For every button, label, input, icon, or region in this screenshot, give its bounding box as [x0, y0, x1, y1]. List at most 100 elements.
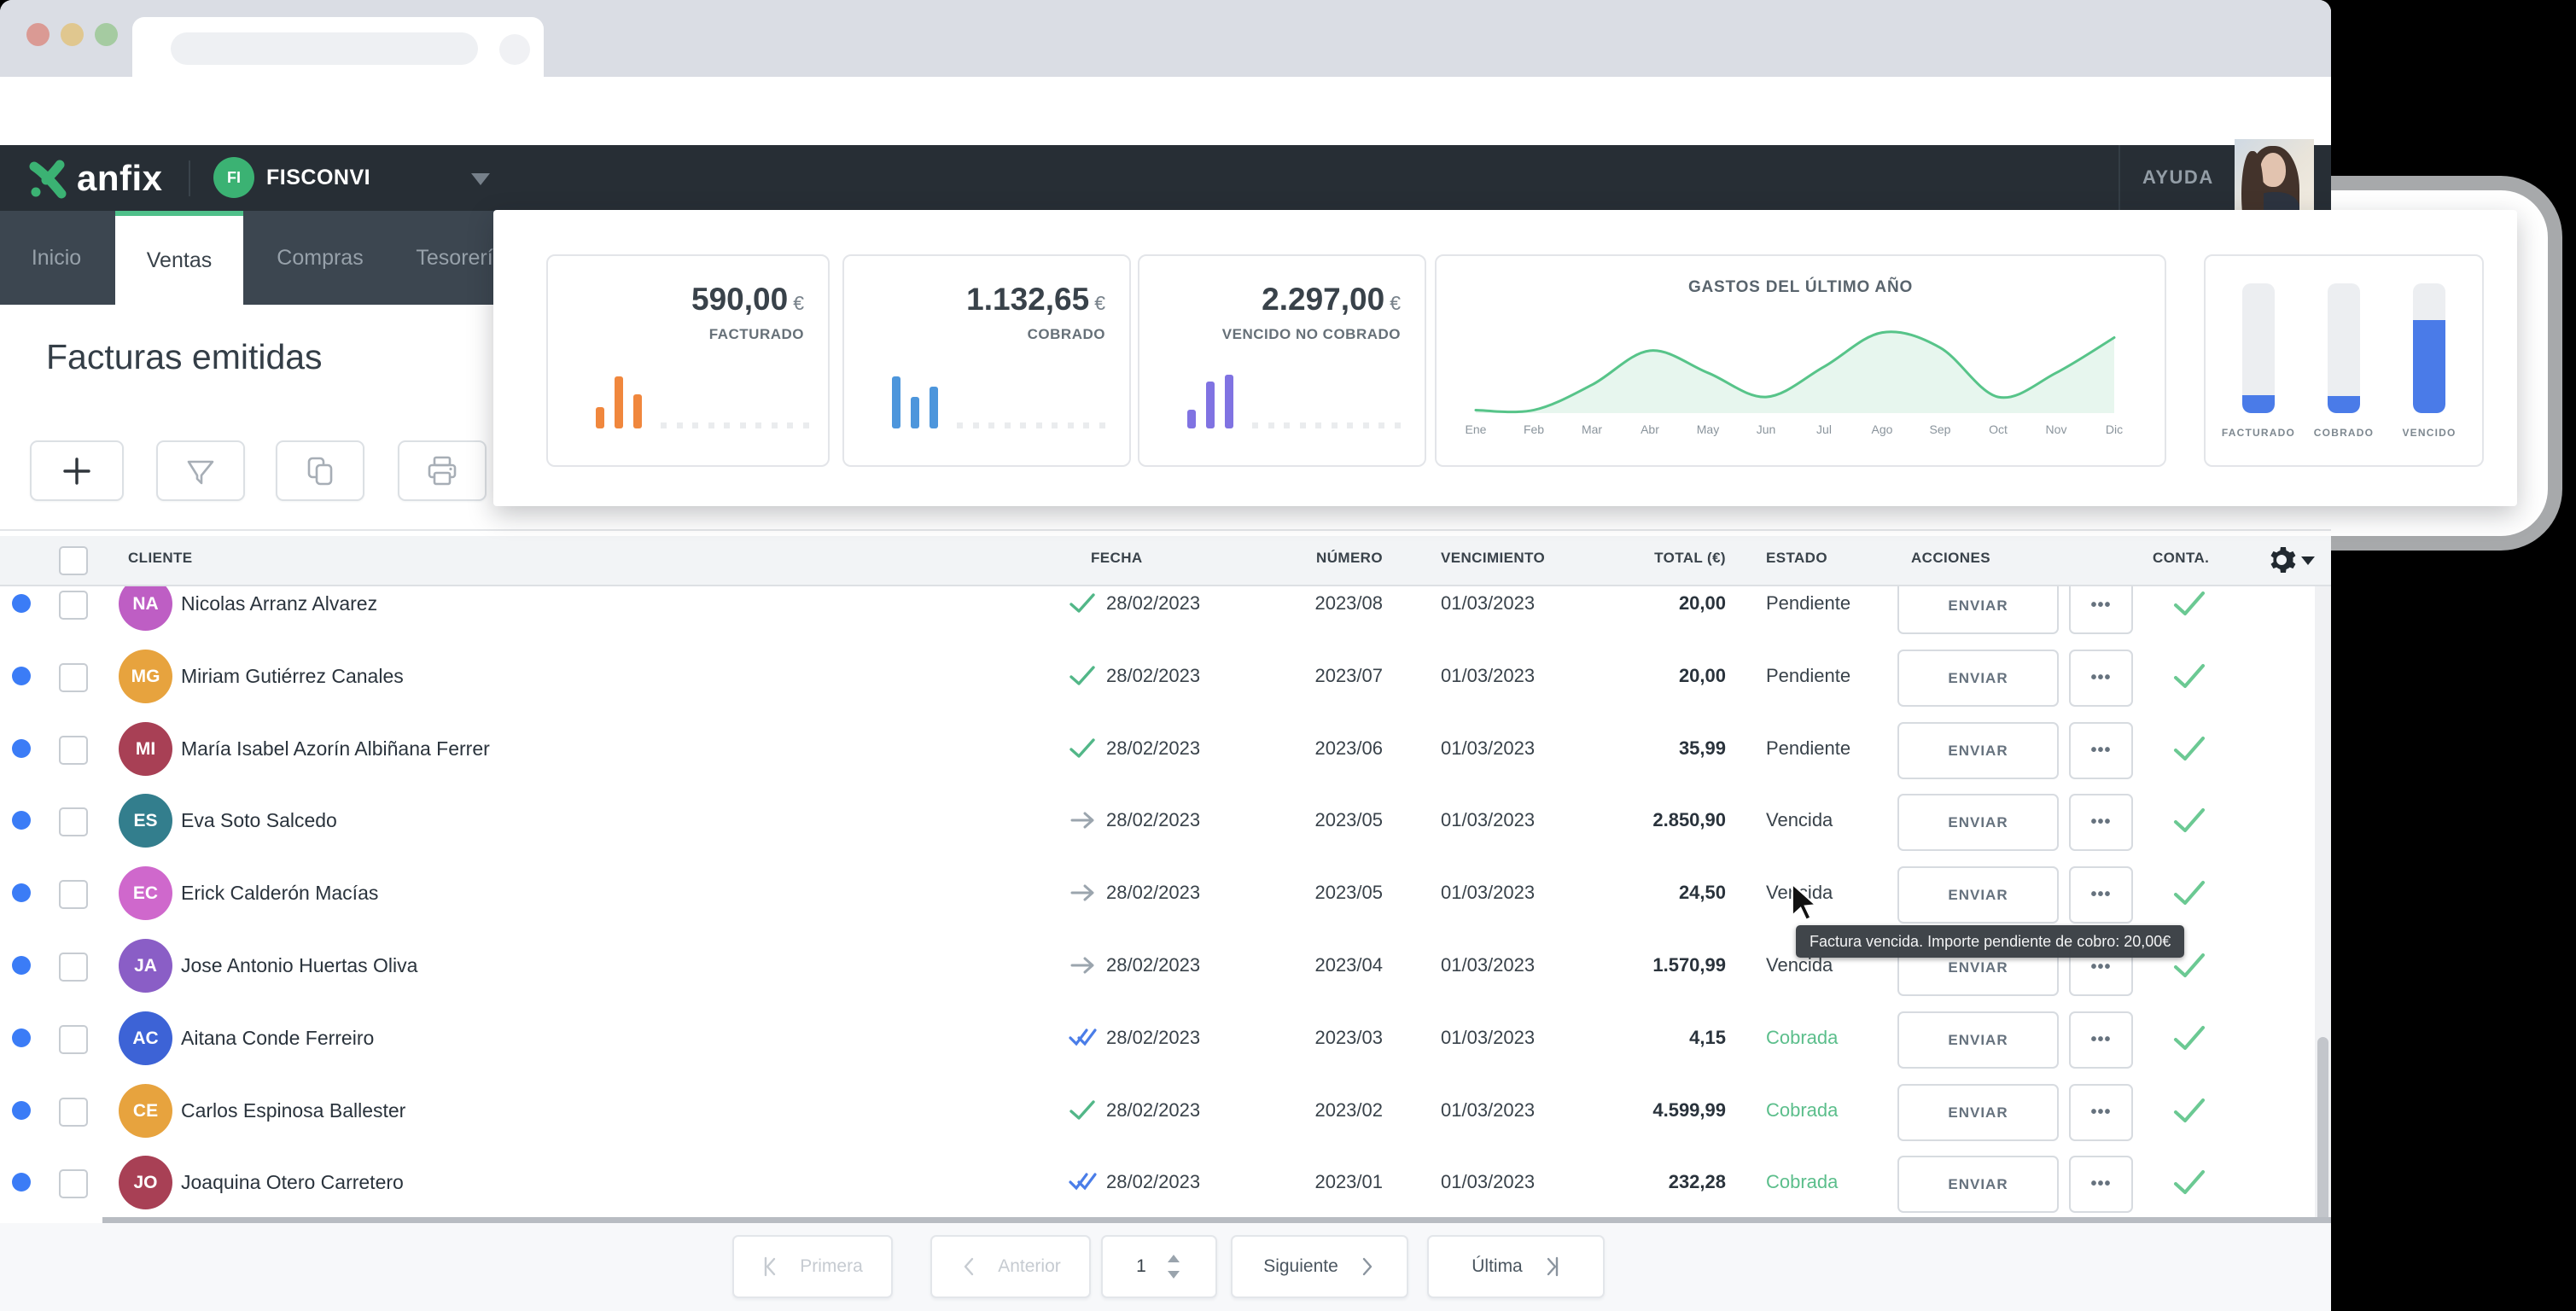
more-actions-button[interactable]: ••• [2069, 722, 2133, 779]
mini-bar [1187, 410, 1196, 428]
tab-close-icon[interactable] [499, 34, 530, 65]
send-button[interactable]: ENVIAR [1897, 722, 2059, 779]
column-header-2[interactable]: FECHA [1091, 550, 1143, 567]
row-checkbox[interactable] [59, 1098, 88, 1127]
avatar: CE [119, 1084, 172, 1138]
table-row[interactable]: ESEva Soto Salcedo28/02/20232023/0501/03… [0, 784, 2331, 858]
chevron-down-icon[interactable] [471, 173, 490, 185]
send-button[interactable]: ENVIAR [1897, 1084, 2059, 1141]
month-tick: Ene [1447, 422, 1505, 436]
column-header-6[interactable]: ESTADO [1766, 550, 1827, 567]
send-button[interactable]: ENVIAR [1897, 866, 2059, 924]
column-header-7[interactable]: ACCIONES [1911, 550, 1990, 567]
help-link[interactable]: AYUDA [2142, 166, 2214, 189]
invoices-table: NANicolas Arranz Alvarez28/02/20232023/0… [0, 531, 2331, 1217]
month-tick: Abr [1621, 422, 1679, 436]
browser-toolbar [0, 77, 2331, 145]
send-button[interactable]: ENVIAR [1897, 650, 2059, 707]
avatar: MG [119, 650, 172, 703]
maximize-window-button[interactable] [95, 23, 118, 46]
minimize-window-button[interactable] [61, 23, 84, 46]
row-checkbox[interactable] [59, 591, 88, 620]
brand-name: anfix [77, 158, 163, 199]
row-checkbox[interactable] [59, 953, 88, 982]
copy-button[interactable] [276, 440, 364, 501]
filter-button[interactable] [156, 440, 245, 501]
table-row[interactable]: MIMaría Isabel Azorín Albiñana Ferrer28/… [0, 713, 2331, 786]
anfix-logo[interactable]: anfix [26, 157, 163, 200]
currency-symbol: € [1094, 292, 1105, 314]
avatar-face [2260, 153, 2286, 187]
status-label: Cobrada [1766, 1099, 1838, 1122]
table-row[interactable]: MGMiriam Gutiérrez Canales28/02/20232023… [0, 640, 2331, 714]
next-label: Siguiente [1263, 1256, 1338, 1277]
row-checkbox[interactable] [59, 736, 88, 765]
more-actions-button[interactable]: ••• [2069, 1156, 2133, 1213]
baseline-dot [1300, 422, 1306, 428]
send-button[interactable]: ENVIAR [1897, 1011, 2059, 1069]
print-button[interactable] [398, 440, 487, 501]
chevron-down-icon[interactable] [2301, 556, 2315, 565]
baseline-dot [1099, 422, 1105, 428]
pagination-first-button[interactable]: Primera [732, 1235, 893, 1298]
pagination-last-button[interactable]: Última [1427, 1235, 1605, 1298]
row-checkbox[interactable] [59, 1169, 88, 1198]
pagination-next-button[interactable]: Siguiente [1231, 1235, 1408, 1298]
tab-ventas[interactable]: Ventas [115, 211, 243, 305]
mini-bar [911, 397, 919, 428]
invoice-date: 28/02/2023 [1106, 737, 1200, 760]
column-header-3[interactable]: NÚMERO [1229, 550, 1383, 567]
send-button[interactable]: ENVIAR [1897, 1156, 2059, 1213]
last-label: Última [1472, 1256, 1523, 1277]
tab-inicio[interactable]: Inicio [9, 211, 104, 305]
more-actions-button[interactable]: ••• [2069, 650, 2133, 707]
stat-label: COBRADO [1028, 326, 1105, 343]
row-checkbox[interactable] [59, 880, 88, 909]
row-checkbox[interactable] [59, 807, 88, 836]
accounted-check-icon [2172, 662, 2206, 690]
horizontal-scrollbar[interactable] [102, 1217, 2331, 1223]
unread-dot [12, 1101, 31, 1120]
baseline-dot [1363, 422, 1369, 428]
org-name[interactable]: FISCONVI [266, 166, 370, 190]
column-settings-button[interactable] [2266, 545, 2297, 580]
new-invoice-button[interactable] [30, 440, 124, 501]
month-tick: Ago [1853, 422, 1911, 436]
invoice-total: 4.599,99 [1528, 1099, 1726, 1122]
baseline-dot [1395, 422, 1401, 428]
pagination-prev-button[interactable]: Anterior [930, 1235, 1091, 1298]
baseline-dot [740, 422, 746, 428]
expenses-chart-card: GASTOS DEL ÚLTIMO AÑOEneFebMarAbrMayJunJ… [1435, 254, 2166, 467]
column-header-8[interactable]: CONTA. [2153, 550, 2209, 567]
pagination-page-spinner[interactable]: 1 [1101, 1235, 1217, 1298]
browser-tab[interactable] [132, 17, 544, 77]
more-actions-button[interactable]: ••• [2069, 866, 2133, 924]
progress-fill [2413, 320, 2445, 413]
org-badge[interactable]: FI [213, 157, 254, 198]
more-actions-button[interactable]: ••• [2069, 1084, 2133, 1141]
table-row[interactable]: CECarlos Espinosa Ballester28/02/2023202… [0, 1075, 2331, 1148]
column-header-5[interactable]: TOTAL (€) [1528, 550, 1726, 567]
column-header-1[interactable]: CLIENTE [128, 550, 193, 567]
select-all-checkbox[interactable] [59, 546, 88, 575]
close-window-button[interactable] [26, 23, 50, 46]
baseline-dot [677, 422, 683, 428]
client-name: Miriam Gutiérrez Canales [181, 665, 404, 688]
table-row[interactable]: ECErick Calderón Macías28/02/20232023/05… [0, 857, 2331, 930]
invoice-number: 2023/03 [1229, 1027, 1383, 1049]
more-actions-button[interactable]: ••• [2069, 1011, 2133, 1069]
invoice-number: 2023/05 [1229, 882, 1383, 904]
baseline-dot [1020, 422, 1026, 428]
tab-compras[interactable]: Compras [256, 211, 384, 305]
row-checkbox[interactable] [59, 1025, 88, 1054]
row-checkbox[interactable] [59, 663, 88, 692]
progress-fill [2328, 396, 2360, 413]
send-button[interactable]: ENVIAR [1897, 794, 2059, 851]
user-avatar[interactable] [2235, 139, 2314, 218]
more-actions-button[interactable]: ••• [2069, 794, 2133, 851]
table-row[interactable]: ACAitana Conde Ferreiro28/02/20232023/03… [0, 1002, 2331, 1075]
month-tick: Feb [1505, 422, 1563, 436]
invoice-number: 2023/04 [1229, 954, 1383, 976]
table-row[interactable]: JOJoaquina Otero Carretero28/02/20232023… [0, 1146, 2331, 1217]
sent-arrow-icon [1069, 953, 1098, 977]
